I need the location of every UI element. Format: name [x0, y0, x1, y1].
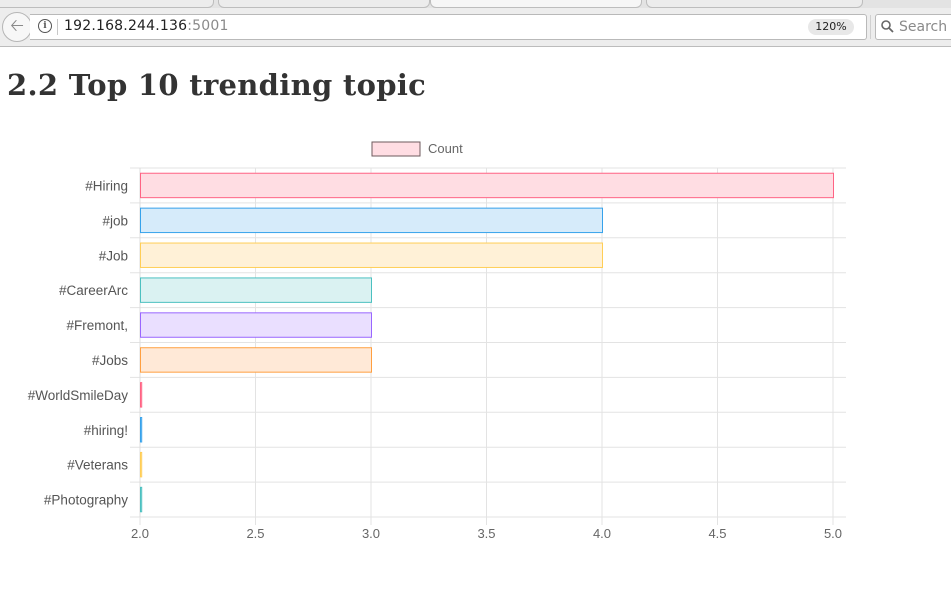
x-tick-label: 2.0 [131, 526, 149, 541]
y-tick-label: #Photography [44, 493, 128, 508]
trending-topics-chart: Count #Hiring #job #Job #CareerArc #Fremont,… [28, 141, 846, 541]
url-host: 192.168.244.136 [64, 18, 188, 34]
y-tick-label: #hiring! [84, 423, 128, 438]
y-axis-labels: #Hiring #job #Job #CareerArc #Fremont, #Jobs #… [28, 178, 129, 507]
bar-worldsmileday [140, 382, 143, 408]
bar-jobs [140, 347, 372, 373]
browser-tab[interactable] [0, 0, 214, 8]
search-placeholder: Search [899, 19, 948, 35]
x-tick-label: 5.0 [824, 526, 842, 541]
chart-legend[interactable]: Count [371, 141, 463, 157]
y-tick-label: #job [102, 213, 128, 228]
y-tick-label: #Hiring [85, 178, 128, 193]
info-icon[interactable]: i [38, 19, 52, 33]
y-tick-label: #Fremont, [66, 318, 128, 333]
url-bar[interactable]: i 192.168.244.136:5001 120% ↻ [30, 14, 888, 40]
bar-hiring [140, 172, 834, 199]
legend-label: Count [428, 141, 463, 156]
x-tick-label: 4.0 [593, 526, 611, 541]
url-divider [57, 19, 58, 35]
y-tick-label: #Jobs [92, 353, 128, 368]
search-icon [881, 20, 894, 33]
bar-job [140, 207, 603, 234]
zoom-level-badge[interactable]: 120% [808, 19, 854, 35]
url-port: :5001 [187, 18, 229, 34]
x-tick-label: 3.5 [477, 526, 495, 541]
browser-tab[interactable] [646, 0, 863, 8]
bar-fremont [140, 312, 372, 338]
search-input[interactable]: Search [875, 14, 951, 40]
bar-veterans [140, 451, 143, 478]
back-arrow-icon: 🡠 [10, 16, 24, 36]
back-button[interactable]: 🡠 [2, 12, 32, 42]
page-title: 2.2 Top 10 trending topic [7, 68, 427, 102]
bar-careerarc [140, 277, 372, 303]
url-text[interactable]: 192.168.244.136:5001 [64, 18, 229, 34]
bar-hiring [140, 417, 143, 443]
y-tick-label: #WorldSmileDay [28, 388, 129, 403]
browser-tab[interactable] [218, 0, 430, 8]
legend-swatch [371, 141, 421, 157]
x-axis-labels: 2.0 2.5 3.0 3.5 4.0 4.5 5.0 [131, 526, 842, 541]
y-tick-label: #Job [99, 248, 128, 263]
bar-job [140, 242, 603, 268]
y-tick-label: #Veterans [67, 458, 128, 473]
x-tick-label: 2.5 [246, 526, 264, 541]
browser-tab-active[interactable] [430, 0, 642, 8]
browser-toolbar: 🡠 i 192.168.244.136:5001 120% ↻ Search [0, 8, 951, 47]
y-tick-label: #CareerArc [59, 283, 128, 298]
x-tick-label: 3.0 [362, 526, 380, 541]
x-tick-label: 4.5 [708, 526, 726, 541]
bar-photography [140, 486, 143, 513]
